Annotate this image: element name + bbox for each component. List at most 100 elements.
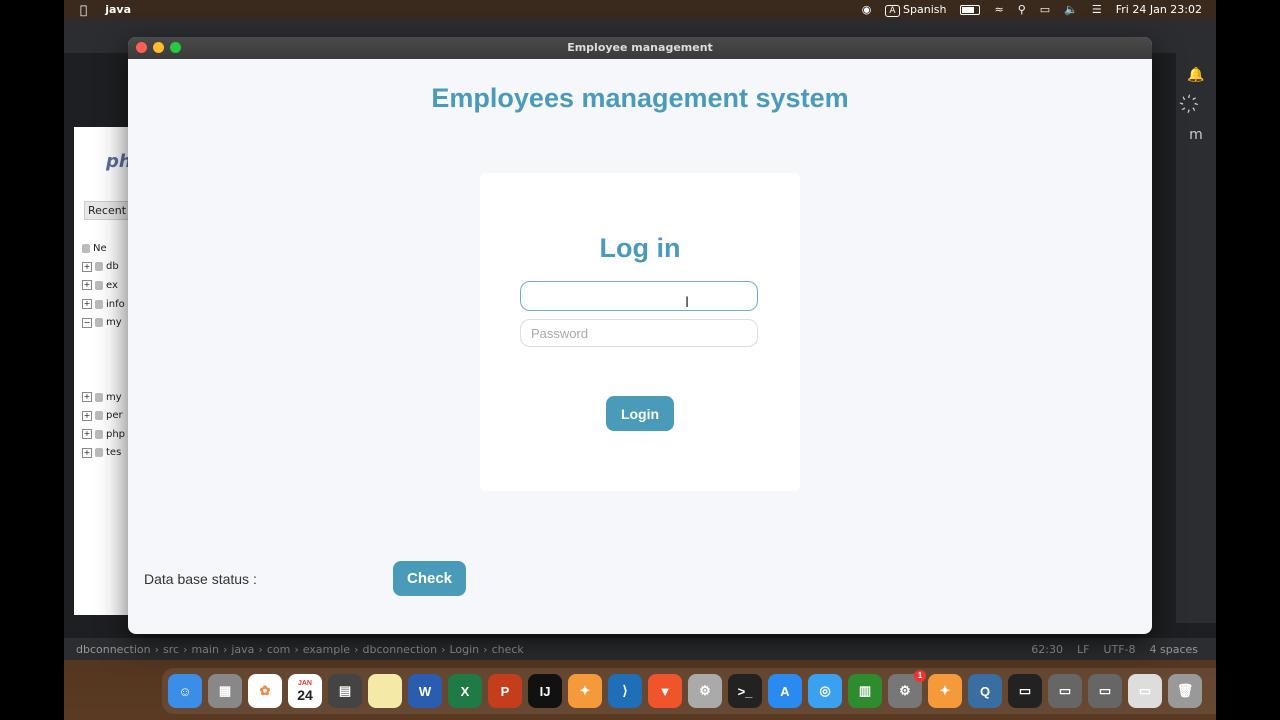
crumb[interactable]: dbconnection	[76, 643, 151, 656]
crumb[interactable]: src	[163, 643, 179, 656]
trash-icon[interactable]: 🗑	[1168, 674, 1202, 708]
database-icon	[95, 411, 103, 421]
close-window-button[interactable]	[136, 42, 147, 53]
expand-icon[interactable]: +	[82, 299, 92, 310]
breadcrumb: dbconnection › src › main › java › com › exam…	[76, 642, 524, 656]
word-icon[interactable]: W	[408, 674, 442, 708]
password-input[interactable]	[520, 319, 758, 347]
swift-icon[interactable]: ✦	[568, 674, 602, 708]
excel-icon[interactable]: X	[448, 674, 482, 708]
photos-icon[interactable]: ✿	[248, 674, 282, 708]
safari-icon[interactable]: ◎	[808, 674, 842, 708]
notification-badge: 1	[914, 670, 926, 682]
expand-icon[interactable]: +	[82, 429, 92, 440]
employee-management-window: Employee management Employees management…	[128, 37, 1152, 634]
tree-item[interactable]: + info	[82, 295, 125, 314]
input-source-menu[interactable]: A Spanish	[885, 3, 946, 17]
system-settings-icon[interactable]: ⚙ 1	[888, 670, 926, 708]
record-icon[interactable]: ◉	[862, 3, 872, 16]
crumb[interactable]: check	[492, 643, 524, 656]
window-thumbnail-icon[interactable]: ▭	[1048, 674, 1082, 708]
minimize-window-button[interactable]	[153, 42, 164, 53]
tree-item[interactable]: + db	[82, 258, 125, 277]
active-app-name[interactable]: java	[105, 3, 131, 16]
database-icon	[95, 392, 103, 402]
window-thumbnail-icon[interactable]: ▭	[1088, 674, 1122, 708]
crumb[interactable]: Login	[449, 643, 479, 656]
swift-playgrounds-icon[interactable]: ✦	[928, 674, 962, 708]
tree-item[interactable]	[82, 351, 125, 370]
expand-icon[interactable]: +	[82, 261, 92, 272]
tree-item[interactable]: + my	[82, 388, 125, 407]
database-icon	[95, 299, 103, 309]
ide-status-bar: dbconnection › src › main › java › com › exam…	[64, 638, 1216, 660]
search-icon[interactable]: ⚲	[1018, 3, 1026, 16]
login-card: Log in I Login	[480, 173, 800, 491]
quicktime-icon[interactable]: Q	[968, 674, 1002, 708]
tree-item[interactable]: + tes	[82, 444, 125, 463]
login-button[interactable]: Login	[606, 396, 674, 431]
window-thumbnail-icon[interactable]: ▭	[1128, 674, 1162, 708]
crumb[interactable]: java	[231, 643, 254, 656]
finder-icon[interactable]: ☺	[168, 674, 202, 708]
zoom-window-button[interactable]	[170, 42, 181, 53]
window-titlebar[interactable]: Employee management	[128, 37, 1152, 59]
calculator-icon[interactable]: ▤	[328, 674, 362, 708]
expand-icon[interactable]: +	[82, 410, 92, 421]
control-center-icon[interactable]: ☰	[1092, 3, 1102, 16]
activity-monitor-icon[interactable]: ▭	[1008, 674, 1042, 708]
dock: ☺ ▦ ✿ JAN 24 ▤ W X P IJ ✦ ⟩ ▼ ⚙ >_ A ◎ ▥ …	[162, 668, 1216, 714]
display-icon[interactable]: ▭	[1040, 3, 1050, 16]
cursor-position[interactable]: 62:30	[1031, 643, 1063, 656]
menu-bar-extras: ◉ A Spanish ≈ ⚲ ▭ 🔈 ☰ Fri 24 Jan 23:02	[862, 3, 1202, 17]
expand-icon[interactable]: +	[82, 280, 92, 291]
crumb[interactable]: example	[303, 643, 350, 656]
memory-icon[interactable]: ▥	[848, 674, 882, 708]
line-ending[interactable]: LF	[1077, 643, 1089, 656]
file-encoding[interactable]: UTF-8	[1103, 643, 1135, 656]
text-cursor-icon: I	[685, 295, 690, 311]
check-button[interactable]: Check	[393, 561, 466, 596]
intellij-icon[interactable]: IJ	[528, 674, 562, 708]
brave-icon[interactable]: ▼	[648, 674, 682, 708]
notifications-icon[interactable]: 🔔	[1176, 67, 1216, 83]
tree-item[interactable]: − my	[82, 313, 125, 332]
indent-setting[interactable]: 4 spaces	[1150, 643, 1199, 656]
tree-item[interactable]	[82, 369, 125, 388]
expand-icon[interactable]: +	[82, 392, 92, 403]
tree-item[interactable]: + php	[82, 425, 125, 444]
tree-item[interactable]: Ne	[82, 239, 125, 258]
m-icon[interactable]: m	[1176, 127, 1216, 143]
vscode-icon[interactable]: ⟩	[608, 674, 642, 708]
tree-item[interactable]	[82, 332, 125, 351]
calendar-icon[interactable]: JAN 24	[288, 674, 322, 708]
username-input[interactable]	[520, 281, 758, 311]
battery-icon[interactable]	[960, 4, 981, 15]
database-icon	[95, 280, 103, 290]
menu-bar-clock[interactable]: Fri 24 Jan 23:02	[1116, 3, 1202, 16]
database-icon	[95, 429, 103, 439]
menu-bar:  java ◉ A Spanish ≈ ⚲ ▭ 🔈 ☰ Fri 24 Jan …	[64, 0, 1216, 19]
collapse-icon[interactable]: −	[82, 317, 92, 328]
database-icon	[95, 448, 103, 458]
notes-icon[interactable]	[368, 674, 402, 708]
apple-menu-icon[interactable]: 	[80, 3, 87, 17]
settings-icon[interactable]: ⚙	[688, 674, 722, 708]
input-source-badge: A	[885, 4, 900, 17]
expand-icon[interactable]: +	[82, 447, 92, 458]
wifi-icon[interactable]: ≈	[994, 3, 1003, 16]
recent-tab[interactable]: Recent	[84, 201, 131, 220]
app-store-icon[interactable]: A	[768, 674, 802, 708]
powerpoint-icon[interactable]: P	[488, 674, 522, 708]
volume-icon[interactable]: 🔈	[1064, 3, 1078, 16]
desktop:  java ◉ A Spanish ≈ ⚲ ▭ 🔈 ☰ Fri 24 Jan …	[64, 0, 1216, 720]
spiral-icon[interactable]: ҉	[1176, 97, 1216, 113]
crumb[interactable]: dbconnection	[362, 643, 437, 656]
tree-item[interactable]: + per	[82, 406, 125, 425]
terminal-icon[interactable]: >_	[728, 674, 762, 708]
launchpad-icon[interactable]: ▦	[208, 674, 242, 708]
window-title: Employee management	[567, 41, 713, 54]
tree-item[interactable]: + ex	[82, 276, 125, 295]
crumb[interactable]: com	[267, 643, 291, 656]
crumb[interactable]: main	[191, 643, 218, 656]
